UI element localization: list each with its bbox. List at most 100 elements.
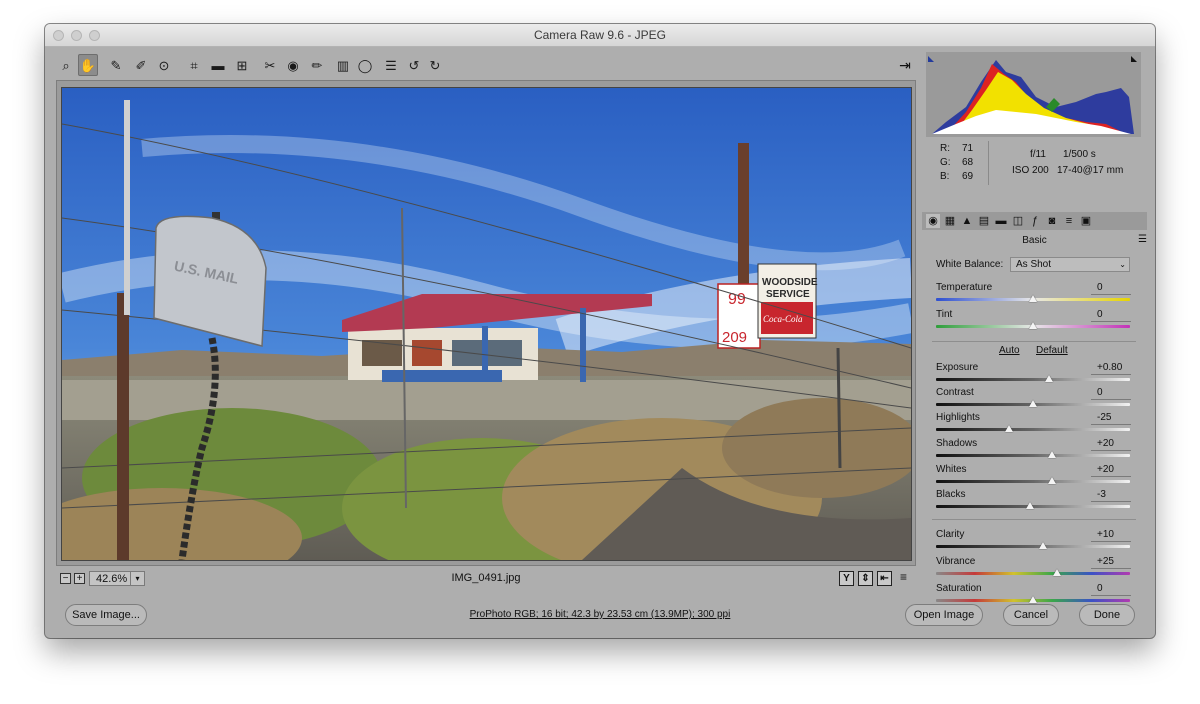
image-preview: 99 209 WOODSIDE SERVICE Coca-Cola U.S. M… xyxy=(61,87,912,561)
lens-corrections-tab-icon[interactable]: ◫ xyxy=(1011,214,1025,228)
temperature-value[interactable]: 0 xyxy=(1091,282,1131,295)
white-balance-label: White Balance: xyxy=(936,259,1004,270)
spot-removal-tool-icon[interactable]: ✂ xyxy=(260,54,280,76)
whites-thumb[interactable] xyxy=(1048,477,1057,484)
radial-filter-icon[interactable]: ◯ xyxy=(355,54,375,76)
whites-value[interactable]: +20 xyxy=(1091,464,1131,477)
adjustment-brush-icon[interactable]: ✏ xyxy=(307,54,327,76)
image-canvas[interactable]: 99 209 WOODSIDE SERVICE Coca-Cola U.S. M… xyxy=(56,80,916,566)
effects-tab-icon[interactable]: ƒ xyxy=(1028,214,1042,228)
clarity-value[interactable]: +10 xyxy=(1091,529,1131,542)
vibrance-label: Vibrance xyxy=(936,556,976,567)
tint-label: Tint xyxy=(936,309,953,320)
white-balance-select[interactable]: As Shot ⌄ xyxy=(1010,257,1130,272)
before-after-toggle-icon[interactable]: Y xyxy=(839,571,854,586)
shadows-thumb[interactable] xyxy=(1048,451,1057,458)
shutter-speed: 1/500 s xyxy=(1063,149,1096,160)
adjustment-panel: R: 71 G: 68 B: 69 f/11 1/500 s ISO 200 1… xyxy=(922,52,1147,603)
status-bar: − + 42.6% ▾ IMG_0491.jpg Y ⇕ ⇤ ≡ xyxy=(56,571,916,589)
tint-value[interactable]: 0 xyxy=(1091,309,1131,322)
b-label: B: xyxy=(940,171,950,182)
shadows-slider[interactable]: Shadows +20 xyxy=(936,438,1132,464)
camera-raw-window: Camera Raw 9.6 - JPEG ⌕ ✋ ✎ ✐ ⊙ ⌗ ▬ ⊞ ✂ ◉ ✏ ▥ ◯ ☰ ↺ ↻ ⇥ xyxy=(45,24,1155,638)
hsl-tab-icon[interactable]: ▤ xyxy=(977,214,991,228)
shadows-label: Shadows xyxy=(936,438,978,449)
detail-tab-icon[interactable]: ▲ xyxy=(960,214,974,228)
preferences-icon[interactable]: ☰ xyxy=(381,54,401,76)
open-image-button[interactable]: Open Image xyxy=(905,604,983,626)
clarity-thumb[interactable] xyxy=(1038,542,1047,549)
tint-slider[interactable]: Tint 0 xyxy=(936,309,1132,335)
highlights-label: Highlights xyxy=(936,412,980,423)
shadows-track[interactable] xyxy=(936,454,1130,457)
woodside-sign-line-1: WOODSIDE xyxy=(762,277,818,288)
transform-tool-icon[interactable]: ⊞ xyxy=(232,54,252,76)
vibrance-value[interactable]: +25 xyxy=(1091,556,1131,569)
contrast-slider[interactable]: Contrast 0 xyxy=(936,387,1132,413)
hand-tool-icon[interactable]: ✋ xyxy=(78,54,98,76)
swap-before-after-icon[interactable]: ⇕ xyxy=(858,571,873,586)
exposure-slider[interactable]: Exposure +0.80 xyxy=(936,362,1132,388)
exposure-value[interactable]: +0.80 xyxy=(1091,362,1131,375)
contrast-thumb[interactable] xyxy=(1029,400,1037,407)
woodside-sign-line-2: SERVICE xyxy=(766,289,810,300)
file-name: IMG_0491.jpg xyxy=(451,572,521,584)
blacks-slider[interactable]: Blacks -3 xyxy=(936,489,1132,515)
blacks-value[interactable]: -3 xyxy=(1091,489,1131,502)
zoom-tool-icon[interactable]: ⌕ xyxy=(56,54,76,76)
graduated-filter-icon[interactable]: ▥ xyxy=(333,54,353,76)
g-label: G: xyxy=(940,157,951,168)
save-image-button[interactable]: Save Image... xyxy=(65,604,147,626)
section-title: Basic xyxy=(1022,235,1047,246)
temperature-slider[interactable]: Temperature 0 xyxy=(936,282,1132,308)
vibrance-track[interactable] xyxy=(936,572,1130,575)
tint-thumb[interactable] xyxy=(1029,322,1037,329)
copy-settings-icon[interactable]: ⇤ xyxy=(877,571,892,586)
clarity-track[interactable] xyxy=(936,545,1130,548)
cancel-button[interactable]: Cancel xyxy=(1003,604,1059,626)
histogram xyxy=(926,52,1141,137)
vibrance-thumb[interactable] xyxy=(1053,569,1062,576)
shadows-value[interactable]: +20 xyxy=(1091,438,1131,451)
clarity-slider[interactable]: Clarity +10 xyxy=(936,529,1132,555)
whites-slider[interactable]: Whites +20 xyxy=(936,464,1132,490)
highlights-value[interactable]: -25 xyxy=(1091,412,1131,425)
tone-curve-tab-icon[interactable]: ▦ xyxy=(943,214,957,228)
vibrance-slider[interactable]: Vibrance +25 xyxy=(936,556,1132,582)
highlights-track[interactable] xyxy=(936,428,1130,431)
color-sampler-tool-icon[interactable]: ✐ xyxy=(131,54,151,76)
straighten-tool-icon[interactable]: ▬ xyxy=(208,54,228,76)
image-info: R: 71 G: 68 B: 69 f/11 1/500 s ISO 200 1… xyxy=(926,141,1141,207)
split-toning-tab-icon[interactable]: ▬ xyxy=(994,214,1008,228)
exposure-track[interactable] xyxy=(936,378,1130,381)
rotate-left-icon[interactable]: ↺ xyxy=(404,54,424,76)
snapshots-tab-icon[interactable]: ▣ xyxy=(1079,214,1093,228)
highlights-thumb[interactable] xyxy=(1004,425,1013,432)
targeted-adjustment-tool-icon[interactable]: ⊙ xyxy=(154,54,174,76)
iso: ISO 200 xyxy=(1012,165,1049,176)
highlights-slider[interactable]: Highlights -25 xyxy=(936,412,1132,438)
aperture: f/11 xyxy=(1030,149,1046,160)
basic-tab-icon[interactable]: ◉ xyxy=(926,214,940,228)
crop-tool-icon[interactable]: ⌗ xyxy=(184,54,204,76)
toggle-fullscreen-icon[interactable]: ⇥ xyxy=(895,54,915,76)
camera-calibration-tab-icon[interactable]: ◙ xyxy=(1045,214,1059,228)
exposure-thumb[interactable] xyxy=(1044,375,1053,382)
panel-menu-icon[interactable]: ☰ xyxy=(1138,234,1147,245)
toggle-settings-icon[interactable]: ≡ xyxy=(896,571,911,586)
done-button[interactable]: Done xyxy=(1079,604,1135,626)
contrast-value[interactable]: 0 xyxy=(1091,387,1131,400)
white-balance-tool-icon[interactable]: ✎ xyxy=(106,54,126,76)
blacks-thumb[interactable] xyxy=(1026,502,1035,509)
auto-link[interactable]: Auto xyxy=(999,345,1020,356)
temperature-thumb[interactable] xyxy=(1029,295,1037,302)
rotate-right-icon[interactable]: ↻ xyxy=(425,54,445,76)
bottom-bar: Save Image... ProPhoto RGB; 16 bit; 42.3… xyxy=(45,594,1155,638)
red-eye-tool-icon[interactable]: ◉ xyxy=(283,54,303,76)
presets-tab-icon[interactable]: ≡ xyxy=(1062,214,1076,228)
g-value: 68 xyxy=(962,157,974,168)
default-link[interactable]: Default xyxy=(1036,345,1068,356)
workflow-options-link[interactable]: ProPhoto RGB; 16 bit; 42.3 by 23.53 cm (… xyxy=(365,609,835,620)
whites-label: Whites xyxy=(936,464,967,475)
whites-track[interactable] xyxy=(936,480,1130,483)
